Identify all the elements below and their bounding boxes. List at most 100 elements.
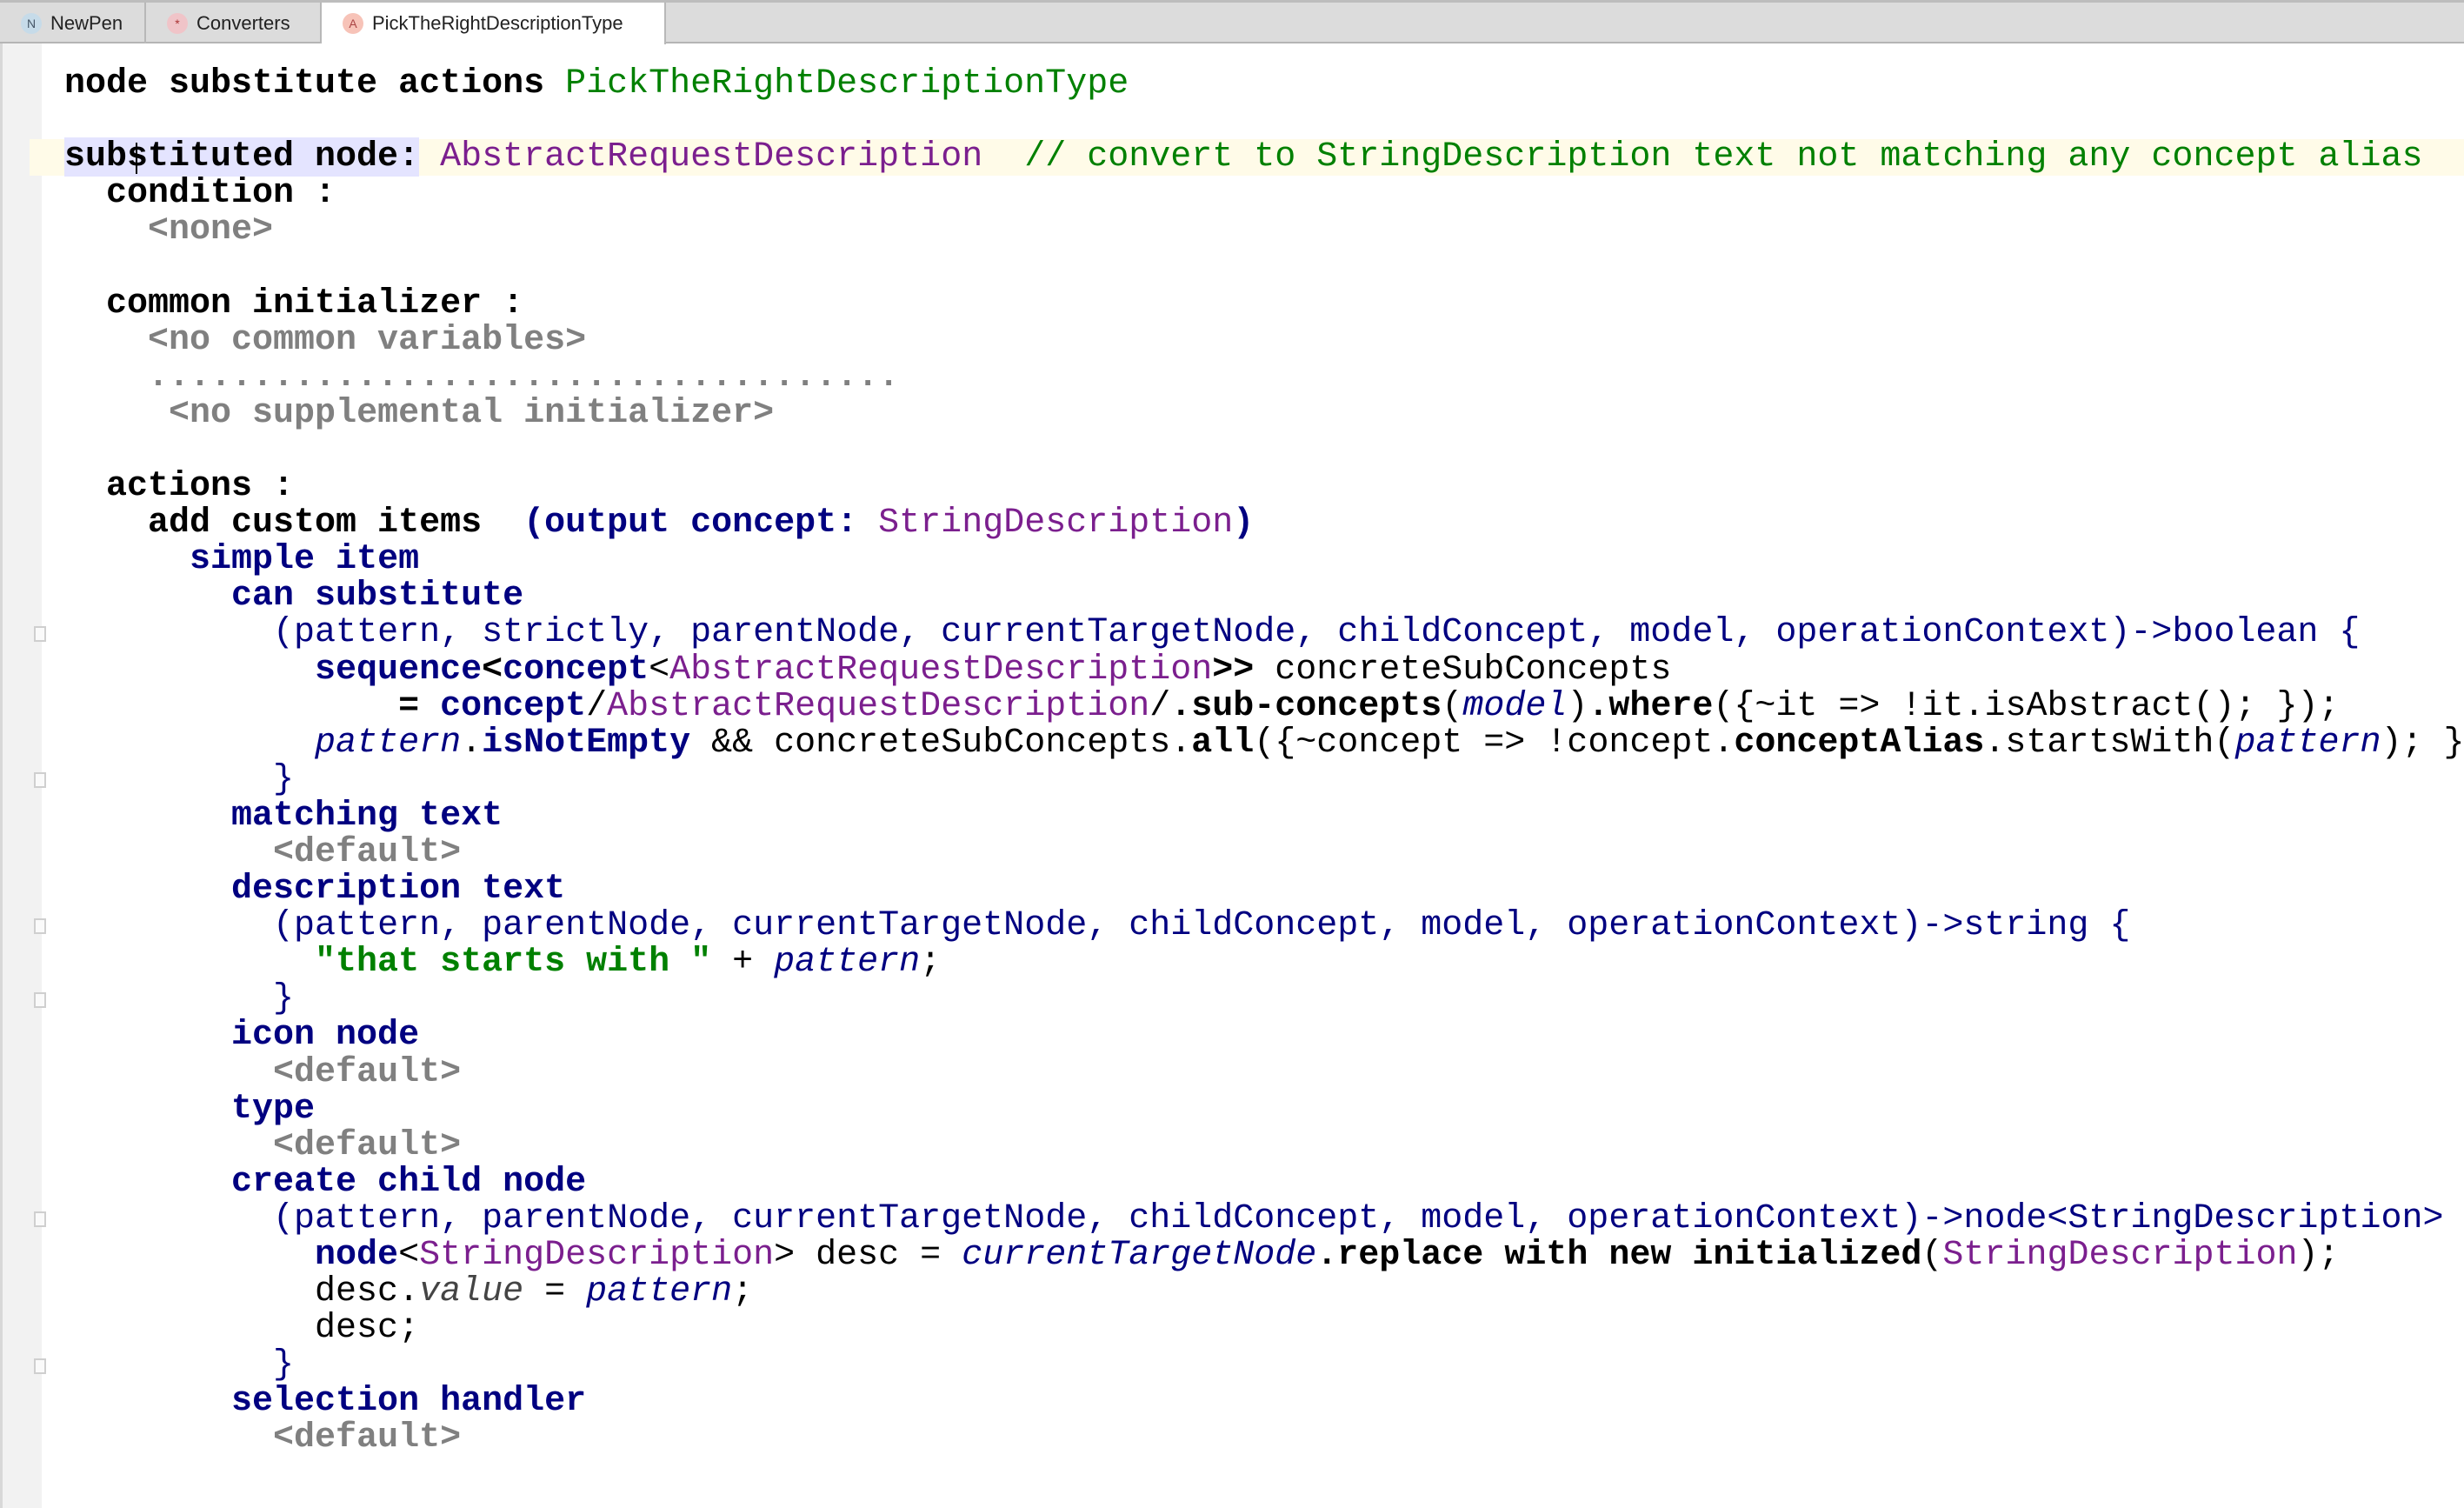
- code-token[interactable]: ;: [732, 1272, 753, 1311]
- code-token[interactable]: .replace with new initialized: [1316, 1236, 1921, 1275]
- code-token[interactable]: ): [1567, 687, 1588, 726]
- code-token[interactable]: concept: [440, 687, 586, 726]
- code-token[interactable]: actions :: [106, 467, 294, 506]
- code-token[interactable]: create child node: [231, 1163, 586, 1202]
- code-token[interactable]: substituted node:: [64, 137, 420, 177]
- code-token[interactable]: );: [2298, 1236, 2340, 1275]
- code-token[interactable]: node: [315, 1236, 398, 1275]
- code-token[interactable]: ): [1233, 504, 1254, 543]
- code-token[interactable]: StringDescription: [878, 504, 1233, 543]
- code-line[interactable]: simple item: [64, 542, 2464, 578]
- code-token[interactable]: desc;: [315, 1309, 419, 1348]
- code-token[interactable]: pattern: [774, 943, 920, 982]
- code-token[interactable]: /: [1149, 687, 1170, 726]
- code-token[interactable]: description text: [231, 870, 565, 909]
- blank-line[interactable]: [64, 103, 2464, 139]
- code-token[interactable]: StringDescription: [419, 1236, 774, 1275]
- code-token[interactable]: AbstractRequestDescription: [669, 651, 1212, 690]
- code-token[interactable]: =: [398, 687, 440, 726]
- tab-converters[interactable]: * Converters: [146, 3, 322, 43]
- code-line[interactable]: node<StringDescription> desc = currentTa…: [64, 1236, 2464, 1275]
- code-token[interactable]: && concreteSubConcepts.: [690, 724, 1191, 763]
- code-editor[interactable]: node substitute actions PickTheRightDesc…: [30, 43, 2464, 1508]
- blank-line[interactable]: [64, 432, 2464, 469]
- code-token[interactable]: pattern: [586, 1272, 732, 1311]
- code-token[interactable]: <no common variables>: [148, 321, 586, 360]
- code-line[interactable]: ....................................: [64, 357, 2464, 397]
- code-line[interactable]: selection handler: [64, 1384, 2464, 1420]
- code-line[interactable]: }: [64, 760, 2464, 799]
- code-token[interactable]: (: [1921, 1236, 1942, 1275]
- tab-newpen[interactable]: N NewPen: [0, 3, 146, 43]
- code-token[interactable]: }: [273, 1345, 294, 1385]
- code-token[interactable]: <default>: [273, 833, 461, 872]
- code-line[interactable]: node substitute actions PickTheRightDesc…: [64, 64, 2464, 103]
- code-line[interactable]: <none>: [64, 212, 2464, 249]
- code-token[interactable]: AbstractRequestDescription: [607, 687, 1149, 726]
- code-line[interactable]: pattern.isNotEmpty && concreteSubConcept…: [64, 724, 2464, 763]
- code-token[interactable]: <default>: [273, 1053, 461, 1092]
- code-line[interactable]: }: [64, 981, 2464, 1018]
- code-line[interactable]: create child node: [64, 1164, 2464, 1201]
- code-line[interactable]: actions :: [64, 467, 2464, 506]
- code-token[interactable]: .where: [1588, 687, 1713, 726]
- code-line[interactable]: desc;: [64, 1311, 2464, 1347]
- code-line[interactable]: add custom items (output concept: String…: [64, 505, 2464, 542]
- code-line[interactable]: icon node: [64, 1018, 2464, 1054]
- code-token[interactable]: pattern: [2234, 724, 2381, 763]
- code-token[interactable]: pattern: [315, 724, 461, 763]
- code-token[interactable]: add custom items: [148, 504, 523, 543]
- code-token[interactable]: selection handler: [231, 1382, 586, 1421]
- code-token[interactable]: <no supplemental initializer>: [169, 394, 774, 433]
- code-line[interactable]: matching text: [64, 797, 2464, 836]
- code-line[interactable]: <default>: [64, 1053, 2464, 1092]
- code-token[interactable]: ....................................: [148, 357, 899, 397]
- code-token[interactable]: <: [398, 1236, 419, 1275]
- code-token[interactable]: can substitute: [231, 577, 523, 616]
- code-token[interactable]: <: [649, 651, 669, 690]
- code-line[interactable]: sequence<concept<AbstractRequestDescript…: [64, 651, 2464, 690]
- code-token[interactable]: ); }: [2381, 724, 2464, 763]
- code-token[interactable]: (: [1442, 687, 1462, 726]
- code-token[interactable]: StringDescription: [1942, 1236, 2297, 1275]
- code-token[interactable]: (pattern, parentNode, currentTargetNode,…: [273, 906, 2130, 945]
- code-token[interactable]: <default>: [273, 1126, 461, 1165]
- code-token[interactable]: model: [1462, 687, 1567, 726]
- code-token[interactable]: type: [231, 1090, 315, 1129]
- code-token[interactable]: }: [273, 760, 294, 799]
- code-line[interactable]: <default>: [64, 833, 2464, 872]
- code-token[interactable]: .: [461, 724, 482, 763]
- code-token[interactable]: <default>: [273, 1418, 461, 1458]
- code-token[interactable]: desc.: [315, 1272, 419, 1311]
- code-token[interactable]: [419, 137, 440, 177]
- code-token[interactable]: conceptAlias: [1734, 724, 1984, 763]
- tab-pick-the-right-description-type[interactable]: A PickTheRightDescriptionType: [322, 3, 666, 44]
- code-token[interactable]: }: [273, 979, 294, 1018]
- code-token[interactable]: node substitute actions: [64, 64, 565, 103]
- code-token[interactable]: (pattern, strictly, parentNode, currentT…: [273, 613, 2360, 652]
- code-line[interactable]: condition :: [64, 176, 2464, 212]
- code-token[interactable]: "that starts with ": [315, 943, 711, 982]
- code-line[interactable]: "that starts with " + pattern;: [64, 944, 2464, 981]
- code-token[interactable]: simple item: [190, 540, 419, 579]
- code-line[interactable]: }: [64, 1347, 2464, 1384]
- code-token[interactable]: icon node: [231, 1016, 419, 1055]
- code-token[interactable]: (output concept:: [523, 504, 878, 543]
- code-token[interactable]: ;: [920, 943, 941, 982]
- code-line[interactable]: <default>: [64, 1126, 2464, 1165]
- code-token[interactable]: isNotEmpty: [482, 724, 690, 763]
- code-content[interactable]: node substitute actions PickTheRightDesc…: [30, 64, 2464, 1458]
- code-line[interactable]: substituted node: AbstractRequestDescrip…: [30, 137, 2464, 177]
- code-token[interactable]: +: [711, 943, 774, 982]
- code-token[interactable]: >>: [1212, 651, 1254, 690]
- code-line[interactable]: (pattern, strictly, parentNode, currentT…: [64, 615, 2464, 651]
- code-line[interactable]: (pattern, parentNode, currentTargetNode,…: [64, 1200, 2464, 1238]
- code-token[interactable]: .startsWith(: [1984, 724, 2234, 763]
- code-line[interactable]: = concept/AbstractRequestDescription/.su…: [64, 687, 2464, 726]
- code-token[interactable]: AbstractRequestDescription: [440, 137, 982, 177]
- code-token[interactable]: /: [586, 687, 607, 726]
- code-token[interactable]: ({~it => !it.isAbstract(); });: [1713, 687, 2339, 726]
- code-token[interactable]: all: [1191, 724, 1254, 763]
- code-token[interactable]: <: [482, 651, 503, 690]
- code-token[interactable]: matching text: [231, 797, 503, 836]
